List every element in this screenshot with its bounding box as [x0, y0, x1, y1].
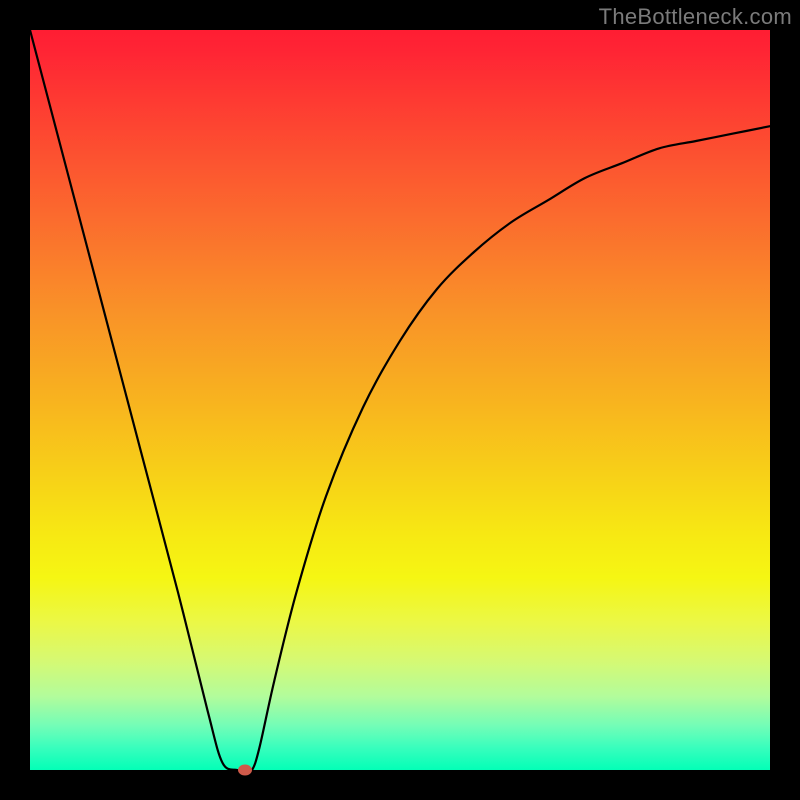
plot-area — [30, 30, 770, 770]
bottleneck-curve — [30, 30, 770, 770]
chart-frame: TheBottleneck.com — [0, 0, 800, 800]
watermark-text: TheBottleneck.com — [599, 4, 792, 30]
optimal-point-marker — [238, 765, 252, 776]
